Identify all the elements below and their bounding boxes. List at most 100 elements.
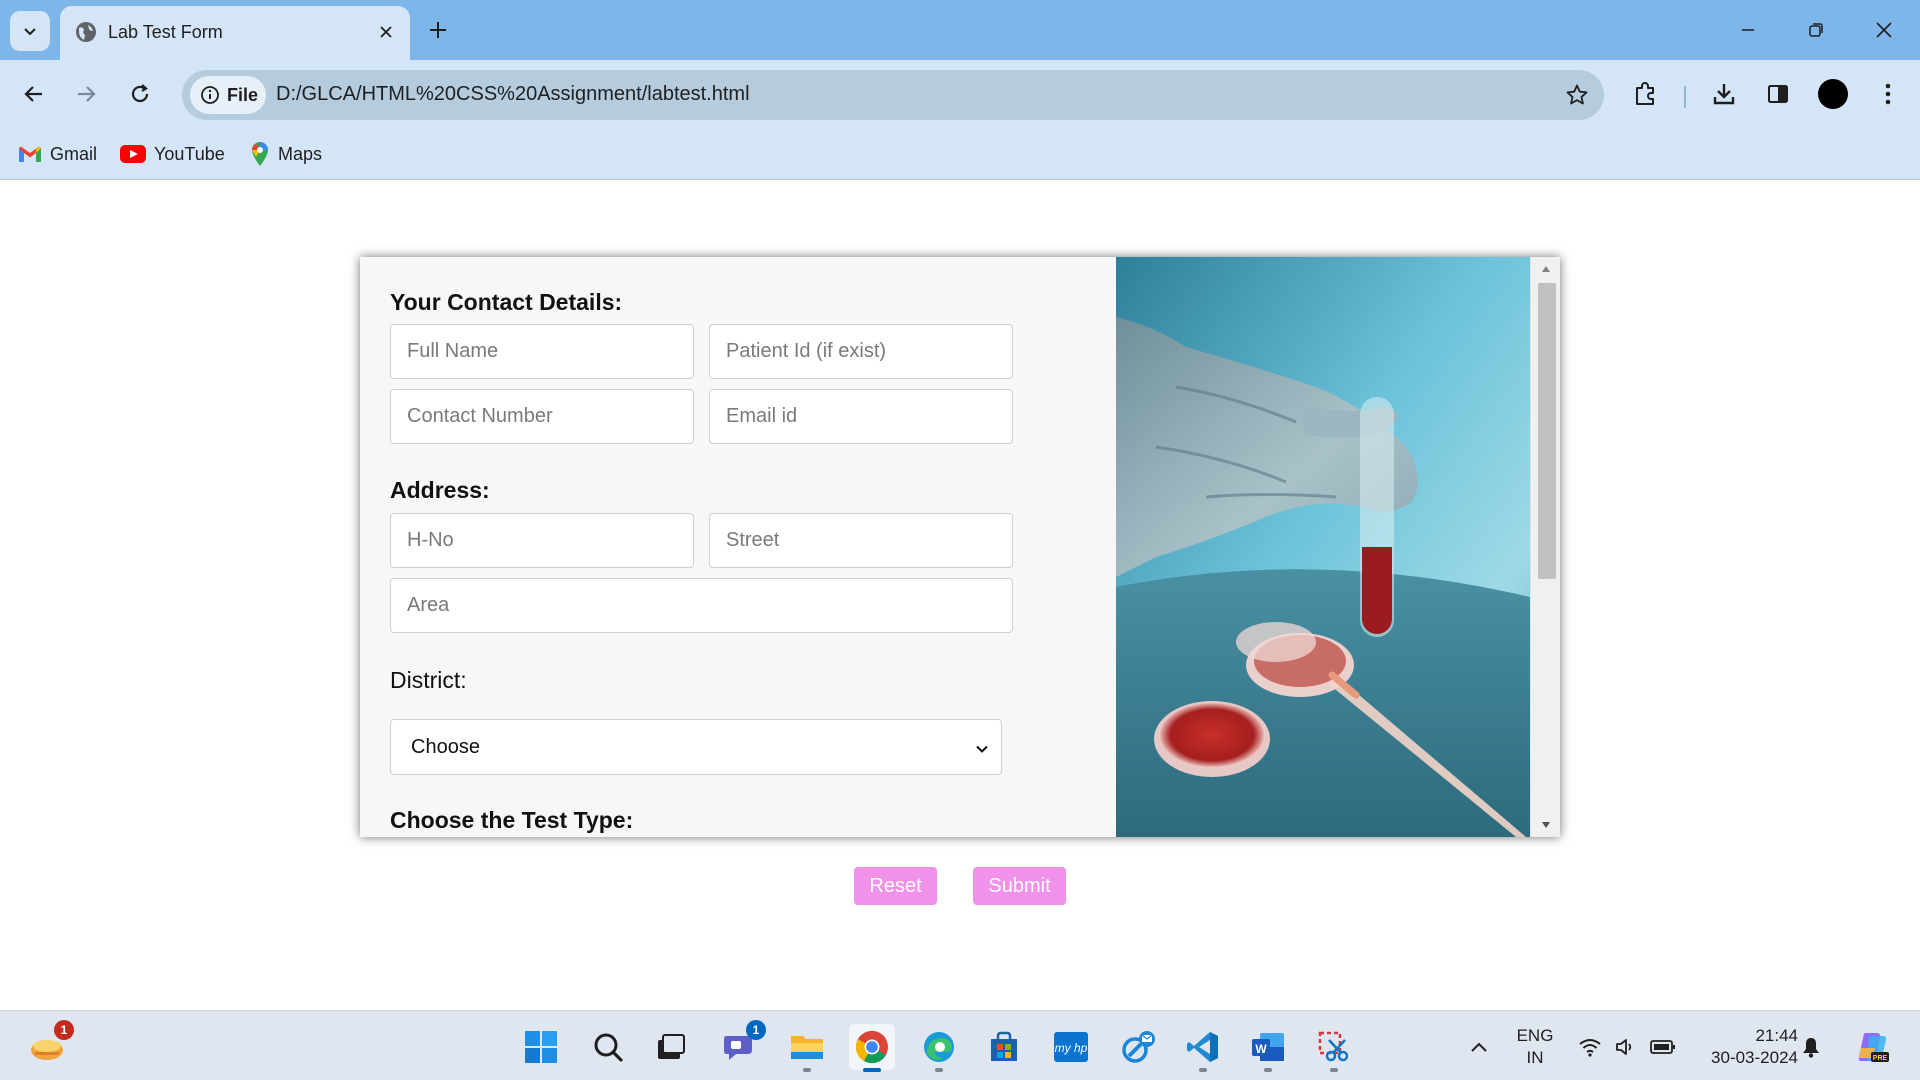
page-viewport: Your Contact Details: Full Name Patient … [0,181,1920,1010]
task-view-button[interactable] [648,1024,694,1070]
back-button[interactable] [14,74,54,114]
bookmark-maps[interactable]: Maps [250,138,322,170]
task-view-icon [658,1034,685,1059]
reset-button[interactable]: Reset [854,867,937,905]
side-panel-icon [1768,85,1788,103]
star-icon [1566,84,1588,105]
bookmark-star-button[interactable] [1562,80,1592,110]
close-tab-button[interactable] [374,20,398,44]
scroll-up-button[interactable] [1531,257,1560,281]
patient-id-field[interactable]: Patient Id (if exist) [709,324,1013,379]
mail-button[interactable] [1116,1024,1162,1070]
tab-search-button[interactable] [10,11,50,51]
copilot-button[interactable]: PRE [1850,1024,1896,1070]
quick-settings-button[interactable] [1572,1024,1682,1070]
notifications-button[interactable] [1796,1024,1826,1070]
close-icon [1876,22,1892,38]
district-selected-value: Choose [411,736,480,758]
word-button[interactable]: W [1245,1024,1291,1072]
browser-menu-button[interactable] [1870,76,1906,112]
new-tab-button[interactable] [422,14,454,46]
district-select[interactable]: Choose [390,719,1002,775]
arrow-right-icon [78,86,96,102]
area-field[interactable]: Area [390,578,1013,633]
download-icon [1713,84,1735,105]
search-button[interactable] [585,1024,631,1070]
running-indicator [863,1068,881,1072]
extensions-button[interactable] [1628,76,1664,112]
plus-icon [430,22,446,38]
teams-chat-button[interactable]: 1 [716,1020,766,1070]
downloads-button[interactable] [1706,76,1742,112]
start-button[interactable] [518,1024,564,1070]
language-indicator[interactable]: ENG IN [1512,1024,1558,1070]
word-icon: W [1252,1033,1284,1061]
puzzle-icon [1636,82,1654,105]
store-icon [991,1031,1017,1061]
restore-icon [1809,23,1823,37]
address-bar[interactable]: File D:/GLCA/HTML%20CSS%20Assignment/lab… [182,70,1604,120]
email-field[interactable]: Email id [709,389,1013,444]
close-window-button[interactable] [1862,10,1906,50]
vscode-icon [1187,1032,1218,1062]
myhp-button[interactable]: my hp [1048,1024,1094,1070]
notification-badge: 1 [746,1020,766,1040]
snipping-tool-icon [1318,1031,1349,1062]
contact-number-field[interactable]: Contact Number [390,389,694,444]
svg-text:PRE: PRE [1873,1055,1888,1062]
volume-icon [1616,1039,1632,1055]
bookmark-gmail[interactable]: Gmail [18,138,97,170]
reload-button[interactable] [120,74,160,114]
triangle-up-icon [1542,266,1550,272]
tab-strip: Lab Test Form [0,0,1920,60]
edge-icon [924,1032,954,1062]
scroll-down-button[interactable] [1531,813,1560,837]
restore-button[interactable] [1794,10,1838,50]
browser-toolbar: File D:/GLCA/HTML%20CSS%20Assignment/lab… [0,60,1920,128]
edge-button[interactable] [916,1024,962,1072]
full-name-field[interactable]: Full Name [390,324,694,379]
running-indicator [1199,1068,1207,1072]
snipping-tool-button[interactable] [1311,1024,1357,1072]
form-scrollbar[interactable] [1530,257,1560,837]
myhp-icon: my hp [1054,1032,1088,1062]
taskbar: 1 1 my hp W ENG IN 21:44 30-03-2024 PRE [0,1010,1920,1080]
bookmark-label: YouTube [154,143,225,164]
chevron-up-icon [1471,1042,1487,1052]
profile-avatar-button[interactable] [1815,76,1851,112]
vscode-button[interactable] [1180,1024,1226,1072]
copilot-icon: PRE [1858,1033,1889,1062]
widgets-button[interactable]: 1 [24,1020,74,1070]
street-field[interactable]: Street [709,513,1013,568]
forward-button[interactable] [66,74,106,114]
minimize-button[interactable] [1726,10,1770,50]
bookmark-label: Gmail [50,143,98,164]
submit-button[interactable]: Submit [973,867,1066,905]
site-info-label: File [227,84,259,105]
close-icon [380,26,392,38]
region-code: IN [1526,1048,1544,1067]
maps-icon [252,142,268,166]
house-number-field[interactable]: H-No [390,513,694,568]
side-panel-button[interactable] [1760,76,1796,112]
clock-button[interactable]: 21:44 30-03-2024 [1698,1024,1798,1070]
scrollbar-thumb[interactable] [1538,283,1556,579]
bell-icon [1803,1038,1819,1058]
bookmarks-bar: Gmail YouTube Maps [0,128,1920,180]
site-info-chip[interactable]: File [190,76,266,114]
store-button[interactable] [981,1024,1027,1070]
lab-test-photo [1116,257,1530,837]
mail-link-icon [1122,1031,1155,1063]
url-text[interactable]: D:/GLCA/HTML%20CSS%20Assignment/labtest.… [276,83,750,106]
running-indicator [935,1068,943,1072]
file-explorer-button[interactable] [784,1024,830,1072]
clock-time: 21:44 [1755,1026,1798,1045]
minimize-icon [1742,29,1754,31]
chevron-down-icon [24,28,36,36]
show-hidden-icons-button[interactable] [1456,1024,1502,1070]
browser-tab[interactable]: Lab Test Form [60,6,410,60]
folder-icon [791,1036,823,1059]
chrome-button[interactable] [849,1024,895,1072]
gmail-icon [19,146,41,162]
bookmark-youtube[interactable]: YouTube [120,138,225,170]
